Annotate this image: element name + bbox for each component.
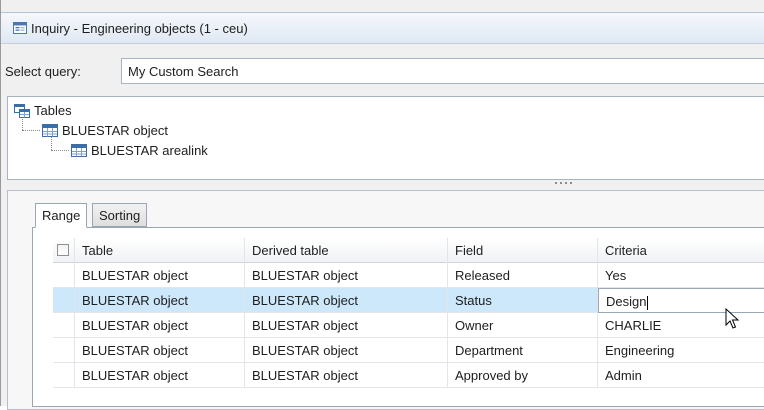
criteria-edit-text[interactable]: Design bbox=[606, 294, 646, 309]
form-window-icon bbox=[13, 22, 27, 37]
cell-table[interactable]: BLUESTAR object bbox=[75, 263, 245, 288]
text-caret bbox=[647, 295, 649, 310]
table-row[interactable]: BLUESTAR object BLUESTAR object Released… bbox=[53, 263, 764, 288]
grid-header-row: Table Derived table Field Criteria bbox=[53, 238, 764, 263]
mouse-pointer-icon bbox=[725, 307, 740, 333]
select-all-cell[interactable] bbox=[53, 238, 75, 263]
cell-derived-table[interactable]: BLUESTAR object bbox=[245, 363, 448, 388]
cell-criteria[interactable]: Admin bbox=[598, 363, 764, 388]
cell-field[interactable]: Status bbox=[448, 288, 598, 313]
select-query-label: Select query: bbox=[5, 64, 81, 79]
query-row: Select query: bbox=[1, 56, 764, 86]
tree-connector bbox=[22, 130, 40, 131]
cell-derived-table[interactable]: BLUESTAR object bbox=[245, 313, 448, 338]
cell-table[interactable]: BLUESTAR object bbox=[75, 288, 245, 313]
cell-derived-table[interactable]: BLUESTAR object bbox=[245, 288, 448, 313]
cell-criteria[interactable]: Yes bbox=[598, 263, 764, 288]
inquiry-window: Inquiry - Engineering objects (1 - ceu) … bbox=[0, 0, 764, 410]
tree-node-label: BLUESTAR arealink bbox=[91, 143, 208, 158]
row-marker[interactable] bbox=[53, 363, 75, 388]
splitter-grip-dot bbox=[560, 182, 562, 184]
cell-field[interactable]: Approved by bbox=[448, 363, 598, 388]
column-header-derived-table[interactable]: Derived table bbox=[245, 238, 448, 263]
row-marker[interactable] bbox=[53, 338, 75, 363]
panel-splitter-handle[interactable] bbox=[551, 180, 581, 186]
table-row[interactable]: BLUESTAR object BLUESTAR object Approved… bbox=[53, 363, 764, 388]
tree-connector bbox=[51, 150, 69, 151]
tab-area: Sorting Table Derived table Field Criter… bbox=[7, 190, 764, 410]
cell-field[interactable]: Department bbox=[448, 338, 598, 363]
window-title: Inquiry - Engineering objects (1 - ceu) bbox=[31, 21, 248, 36]
tab-range[interactable]: Range bbox=[35, 203, 88, 228]
tree-node-label: Tables bbox=[34, 103, 72, 118]
range-tab-panel: Table Derived table Field Criteria BLUES… bbox=[32, 227, 764, 407]
row-marker[interactable] bbox=[53, 313, 75, 338]
row-marker[interactable] bbox=[53, 288, 75, 313]
tables-icon bbox=[14, 104, 30, 123]
select-all-checkbox[interactable] bbox=[57, 244, 69, 256]
cell-criteria-editing[interactable]: Design bbox=[598, 288, 764, 313]
table-row-selected[interactable]: BLUESTAR object BLUESTAR object Status D… bbox=[53, 288, 764, 313]
column-header-field[interactable]: Field bbox=[448, 238, 598, 263]
row-marker[interactable] bbox=[53, 263, 75, 288]
cell-field[interactable]: Owner bbox=[448, 313, 598, 338]
column-header-table[interactable]: Table bbox=[75, 238, 245, 263]
table-grid-icon bbox=[42, 124, 58, 143]
title-bar[interactable]: Inquiry - Engineering objects (1 - ceu) bbox=[1, 12, 764, 44]
splitter-grip-dot bbox=[570, 182, 572, 184]
cell-table[interactable]: BLUESTAR object bbox=[75, 363, 245, 388]
cell-criteria[interactable]: CHARLIE bbox=[598, 313, 764, 338]
cell-criteria[interactable]: Engineering bbox=[598, 338, 764, 363]
splitter-grip-dot bbox=[565, 182, 567, 184]
cell-derived-table[interactable]: BLUESTAR object bbox=[245, 263, 448, 288]
cell-field[interactable]: Released bbox=[448, 263, 598, 288]
select-query-input[interactable] bbox=[121, 58, 764, 84]
table-row[interactable]: BLUESTAR object BLUESTAR object Departme… bbox=[53, 338, 764, 363]
cell-table[interactable]: BLUESTAR object bbox=[75, 313, 245, 338]
splitter-grip-dot bbox=[555, 182, 557, 184]
column-header-criteria[interactable]: Criteria bbox=[598, 238, 764, 263]
cell-derived-table[interactable]: BLUESTAR object bbox=[245, 338, 448, 363]
cell-table[interactable]: BLUESTAR object bbox=[75, 338, 245, 363]
tab-sorting[interactable]: Sorting bbox=[92, 203, 148, 227]
tables-tree: Tables BLUESTAR object BLUESTAR arealink bbox=[7, 96, 764, 180]
table-row[interactable]: BLUESTAR object BLUESTAR object Owner CH… bbox=[53, 313, 764, 338]
table-grid-icon bbox=[71, 144, 87, 163]
tree-node-label: BLUESTAR object bbox=[62, 123, 168, 138]
